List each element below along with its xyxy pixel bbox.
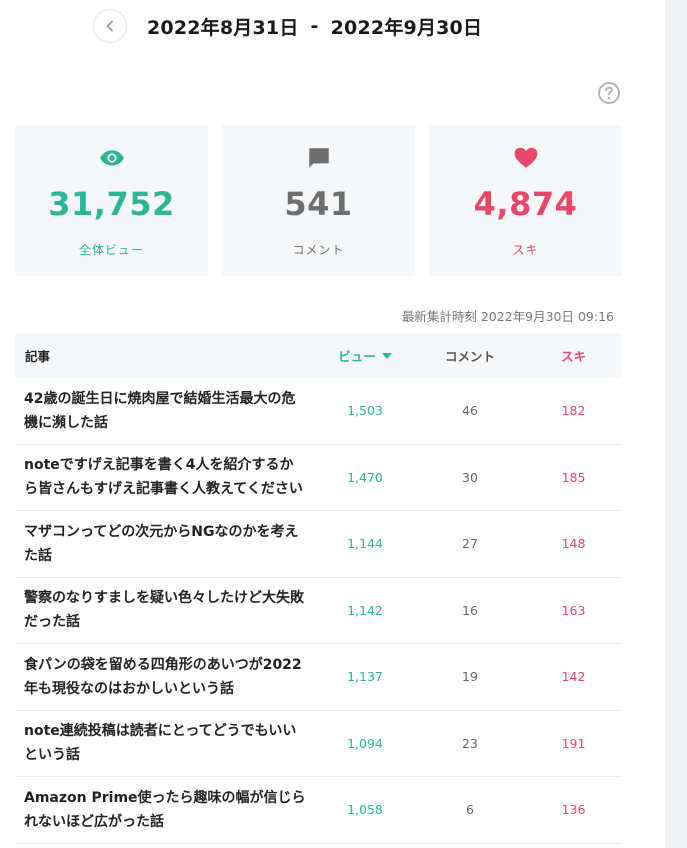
comments-total: 541 <box>284 185 353 223</box>
date-separator: - <box>310 15 319 37</box>
header-likes[interactable]: スキ <box>525 346 622 365</box>
date-header: 2022年8月31日 - 2022年9月30日 <box>93 8 482 44</box>
article-comments: 27 <box>462 536 478 552</box>
header-views[interactable]: ビュー <box>315 346 415 365</box>
table-row[interactable]: 42歳の誕生日に焼肉屋で結婚生活最大の危機に瀕した話 1,503 46 182 <box>15 378 622 445</box>
article-views: 1,470 <box>347 469 383 485</box>
article-likes: 185 <box>561 469 586 485</box>
article-likes: 142 <box>561 669 586 685</box>
header-title: 記事 <box>25 349 51 364</box>
back-button[interactable] <box>93 9 127 43</box>
likes-total: 4,874 <box>473 185 578 223</box>
article-title[interactable]: マザコンってどの次元からNGなのかを考えた話 <box>15 520 315 568</box>
table-row[interactable]: noteですげえ記事を書く4人を紹介するから皆さんもすげえ記事書く人教えてくださ… <box>15 445 622 511</box>
article-views: 1,137 <box>347 669 383 685</box>
article-title[interactable]: Amazon Prime使ったら趣味の幅が信じられないほど広がった話 <box>15 786 315 834</box>
article-comments: 6 <box>466 802 474 818</box>
table-header: 記事 ビュー コメント スキ <box>15 333 622 378</box>
table-row[interactable]: 警察のなりすましを疑い色々したけど大失敗だった話 1,142 16 163 <box>15 578 622 644</box>
likes-label: スキ <box>512 243 539 257</box>
article-title[interactable]: 食パンの袋を留める四角形のあいつが2022年も現役なのはおかしいという話 <box>15 653 315 701</box>
sort-down-icon <box>381 352 392 359</box>
article-title[interactable]: noteですげえ記事を書く4人を紹介するから皆さんもすげえ記事書く人教えてくださ… <box>15 453 315 501</box>
article-stats-table: 記事 ビュー コメント スキ 42歳の誕生日に焼肉屋で結婚生活最大の危機に瀕した… <box>15 333 622 844</box>
date-range: 2022年8月31日 - 2022年9月30日 <box>147 13 482 40</box>
article-comments: 30 <box>462 469 478 485</box>
article-views: 1,144 <box>347 536 383 552</box>
article-comments: 46 <box>462 403 478 419</box>
likes-card: 4,874 スキ <box>429 125 622 276</box>
article-comments: 19 <box>462 669 478 685</box>
article-likes: 148 <box>561 536 586 552</box>
article-views: 1,142 <box>347 602 383 618</box>
question-circle-icon[interactable] <box>597 81 621 105</box>
last-updated: 最新集計時刻 2022年9月30日 09:16 <box>401 309 614 324</box>
start-date: 2022年8月31日 <box>147 16 299 39</box>
views-total: 31,752 <box>48 185 175 223</box>
table-row[interactable]: 食パンの袋を留める四角形のあいつが2022年も現役なのはおかしいという話 1,13… <box>15 644 622 711</box>
article-title[interactable]: 42歳の誕生日に焼肉屋で結婚生活最大の危機に瀕した話 <box>15 387 315 435</box>
end-date: 2022年9月30日 <box>330 16 483 39</box>
heart-icon <box>514 147 537 168</box>
article-likes: 136 <box>561 802 586 818</box>
article-comments: 16 <box>462 602 478 618</box>
article-likes: 182 <box>561 403 586 419</box>
article-likes: 163 <box>561 602 586 618</box>
header-comments[interactable]: コメント <box>415 346 525 365</box>
comments-label: コメント <box>292 243 345 257</box>
right-gutter <box>665 0 687 848</box>
article-views: 1,058 <box>347 802 383 818</box>
article-likes: 191 <box>561 735 586 751</box>
views-label: 全体ビュー <box>78 243 144 257</box>
article-comments: 23 <box>462 735 478 751</box>
table-row[interactable]: Amazon Prime使ったら趣味の幅が信じられないほど広がった話 1,058 6… <box>15 777 622 844</box>
summary-cards: 31,752 全体ビュー 541 コメント 4,874 スキ <box>15 125 622 276</box>
table-body: 42歳の誕生日に焼肉屋で結婚生活最大の危機に瀕した話 1,503 46 182 note… <box>15 378 622 844</box>
eye-icon <box>99 150 124 166</box>
views-card: 31,752 全体ビュー <box>15 125 208 276</box>
comments-card: 541 コメント <box>222 125 415 276</box>
table-row[interactable]: マザコンってどの次元からNGなのかを考えた話 1,144 27 148 <box>15 511 622 578</box>
article-views: 1,094 <box>347 735 383 751</box>
header-views-label: ビュー <box>338 349 376 364</box>
chevron-left-icon <box>106 20 113 32</box>
table-row[interactable]: note連続投稿は読者にとってどうでもいいという話 1,094 23 191 <box>15 711 622 777</box>
article-title[interactable]: 警察のなりすましを疑い色々したけど大失敗だった話 <box>15 586 315 634</box>
article-title[interactable]: note連続投稿は読者にとってどうでもいいという話 <box>15 719 315 767</box>
article-views: 1,503 <box>347 403 383 419</box>
comment-icon <box>308 148 329 168</box>
